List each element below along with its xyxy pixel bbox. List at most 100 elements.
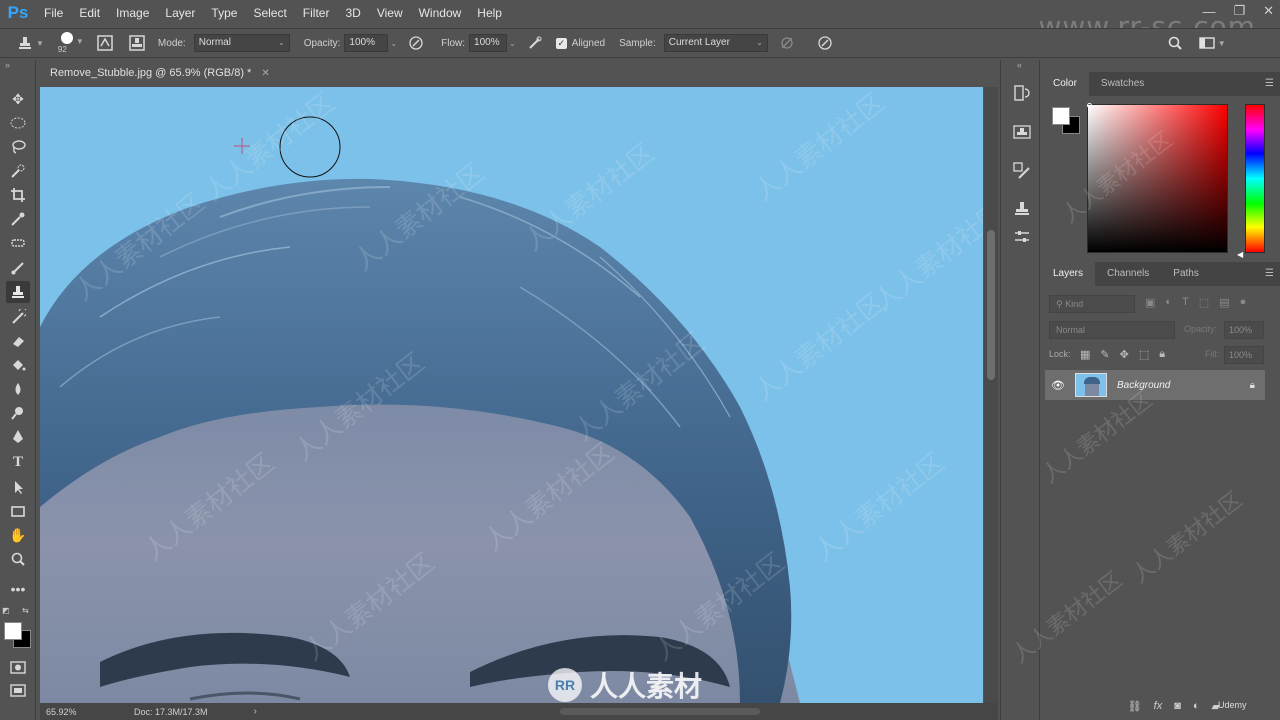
- zoom-tool-icon[interactable]: [6, 548, 30, 570]
- menu-help[interactable]: Help: [469, 0, 510, 26]
- history-panel-icon[interactable]: [1011, 82, 1033, 104]
- vertical-scrollbar[interactable]: [984, 87, 998, 703]
- rectangle-tool-icon[interactable]: [6, 500, 30, 522]
- tab-color[interactable]: Color: [1041, 72, 1089, 96]
- layer-visibility-eye-icon[interactable]: 👁︎: [1051, 379, 1065, 392]
- brush-preset-picker[interactable]: 92 ▼: [58, 29, 88, 57]
- screen-mode-icon[interactable]: [6, 680, 30, 702]
- document-tab[interactable]: Remove_Stubble.jpg @ 65.9% (RGB/8) * ✕: [40, 62, 280, 86]
- lock-position-icon[interactable]: ✥: [1120, 348, 1129, 361]
- foreground-color-swatch[interactable]: [4, 622, 22, 640]
- quick-selection-tool-icon[interactable]: [6, 160, 30, 182]
- clone-stamp-tool-icon[interactable]: [6, 281, 30, 303]
- tab-layers[interactable]: Layers: [1041, 262, 1096, 286]
- sample-select[interactable]: Current Layer ⌄: [663, 34, 768, 52]
- pressure-size-icon[interactable]: [816, 34, 834, 52]
- lock-artboard-icon[interactable]: ⬚: [1139, 348, 1149, 361]
- menu-edit[interactable]: Edit: [71, 0, 108, 26]
- filter-adjustment-icon[interactable]: ◐: [1165, 296, 1172, 309]
- move-tool-icon[interactable]: ✥: [6, 88, 30, 110]
- color-panel-menu-icon[interactable]: ☰: [1265, 78, 1274, 89]
- flow-caret-icon[interactable]: ⌄: [509, 39, 516, 48]
- filter-toggle-icon[interactable]: ●: [1240, 296, 1247, 309]
- menu-file[interactable]: File: [36, 0, 71, 26]
- menu-view[interactable]: View: [369, 0, 411, 26]
- quick-mask-icon[interactable]: [6, 656, 30, 678]
- menu-filter[interactable]: Filter: [295, 0, 338, 26]
- lasso-tool-icon[interactable]: [6, 136, 30, 158]
- ignore-adjustment-layers-icon[interactable]: [778, 34, 796, 52]
- lock-image-icon[interactable]: ✎: [1100, 348, 1109, 361]
- edit-toolbar-icon[interactable]: •••: [6, 578, 30, 600]
- layer-name[interactable]: Background: [1117, 380, 1170, 391]
- collapse-strip-icon[interactable]: «: [1017, 60, 1022, 70]
- tab-channels[interactable]: Channels: [1095, 262, 1161, 286]
- color-spectrum-picker[interactable]: [1087, 104, 1228, 253]
- new-adjustment-layer-icon[interactable]: ◐: [1193, 700, 1200, 712]
- hue-slider[interactable]: [1245, 104, 1265, 253]
- add-mask-icon[interactable]: ◙: [1174, 700, 1181, 712]
- swap-colors-icon[interactable]: ⇆: [22, 606, 29, 615]
- hue-slider-handle-icon[interactable]: ◀: [1237, 250, 1243, 259]
- close-document-icon[interactable]: ✕: [261, 68, 269, 79]
- menu-layer[interactable]: Layer: [157, 0, 203, 26]
- menu-3d[interactable]: 3D: [337, 0, 368, 26]
- filter-type-icon[interactable]: T: [1182, 296, 1189, 309]
- menu-window[interactable]: Window: [411, 0, 470, 26]
- pressure-opacity-icon[interactable]: [407, 34, 425, 52]
- type-tool-icon[interactable]: T: [6, 451, 30, 473]
- layer-kind-filter[interactable]: ⚲ Kind: [1049, 295, 1135, 313]
- collapse-toolbar-icon[interactable]: »: [5, 60, 10, 70]
- eyedropper-tool-icon[interactable]: [6, 208, 30, 230]
- clone-stamp-icon[interactable]: [16, 34, 34, 52]
- vertical-scrollbar-thumb[interactable]: [987, 230, 995, 380]
- flow-input[interactable]: 100%: [469, 34, 508, 52]
- blend-mode-select[interactable]: Normal: [1049, 321, 1175, 339]
- tab-swatches[interactable]: Swatches: [1089, 72, 1156, 96]
- workspace-icon[interactable]: [1198, 34, 1216, 52]
- menu-type[interactable]: Type: [203, 0, 245, 26]
- layers-panel-menu-icon[interactable]: ☰: [1265, 268, 1274, 279]
- opacity-caret-icon[interactable]: ⌄: [390, 39, 397, 48]
- brush-settings-icon[interactable]: [96, 34, 114, 52]
- aligned-checkbox[interactable]: ✓: [555, 37, 567, 49]
- crop-tool-icon[interactable]: [6, 184, 30, 206]
- path-selection-tool-icon[interactable]: [6, 476, 30, 498]
- layer-opacity-input[interactable]: 100%: [1224, 321, 1264, 339]
- mode-select[interactable]: Normal ⌄: [193, 34, 290, 52]
- airbrush-icon[interactable]: [526, 34, 544, 52]
- healing-brush-tool-icon[interactable]: [6, 232, 30, 254]
- restore-button[interactable]: ❐: [1233, 3, 1245, 19]
- clone-source-panel-icon[interactable]: [1011, 120, 1033, 142]
- brush-tool-icon[interactable]: [6, 256, 30, 278]
- status-menu-arrow-icon[interactable]: ›: [254, 706, 257, 717]
- lock-all-icon[interactable]: 🔒︎: [1159, 348, 1165, 361]
- filter-pixel-icon[interactable]: ▣: [1145, 296, 1155, 309]
- horizontal-scrollbar[interactable]: [560, 708, 760, 715]
- marquee-tool-icon[interactable]: [6, 112, 30, 134]
- canvas[interactable]: 人人素材社区 人人素材社区 人人素材社区 人人素材社区 人人素材社区 人人素材社…: [40, 87, 983, 703]
- tool-presets-panel-icon[interactable]: [1011, 198, 1033, 220]
- brush-presets-panel-icon[interactable]: [1011, 160, 1033, 182]
- fill-input[interactable]: 100%: [1224, 346, 1264, 364]
- filter-shape-icon[interactable]: ⬚: [1199, 296, 1209, 309]
- opacity-input[interactable]: 100%: [344, 34, 389, 52]
- menu-image[interactable]: Image: [108, 0, 157, 26]
- workspace-caret-icon[interactable]: ▼: [1218, 39, 1226, 48]
- pen-tool-icon[interactable]: [6, 426, 30, 448]
- close-button[interactable]: ✕: [1263, 3, 1274, 19]
- adjustments-panel-icon[interactable]: [1011, 226, 1033, 248]
- layer-row-background[interactable]: 👁︎ Background 🔒︎: [1045, 370, 1265, 400]
- menu-select[interactable]: Select: [245, 0, 294, 26]
- hand-tool-icon[interactable]: ✋: [6, 524, 30, 546]
- layer-style-icon[interactable]: fx: [1154, 700, 1163, 712]
- clone-source-icon[interactable]: [128, 34, 146, 52]
- history-brush-tool-icon[interactable]: [6, 306, 30, 328]
- eraser-tool-icon[interactable]: [6, 330, 30, 352]
- link-layers-icon[interactable]: ⛓: [1128, 700, 1142, 713]
- lock-transparent-icon[interactable]: ▦: [1080, 348, 1090, 361]
- filter-smart-object-icon[interactable]: ▤: [1219, 296, 1229, 309]
- tool-preset-caret-icon[interactable]: ▼: [36, 39, 44, 48]
- dodge-tool-icon[interactable]: [6, 402, 30, 424]
- blur-tool-icon[interactable]: [6, 378, 30, 400]
